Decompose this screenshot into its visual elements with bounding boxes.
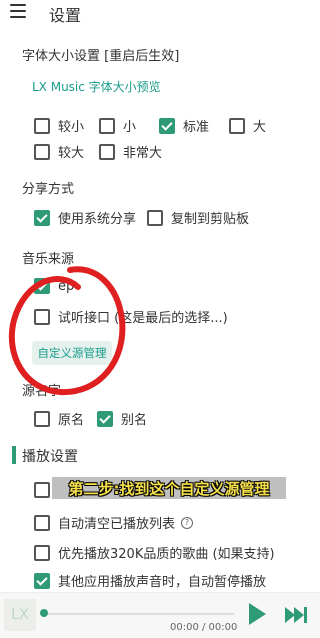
font-size-option-small[interactable]: 小 <box>99 116 136 135</box>
checkbox-checked[interactable] <box>34 278 50 294</box>
option-label: 自动清空已播放列表 <box>58 517 176 532</box>
font-size-option-smaller[interactable]: 较小 <box>34 116 84 135</box>
option-label: 较小 <box>58 120 85 135</box>
option-label: 其他应用播放声音时，自动暂停播放 <box>58 575 267 590</box>
checkbox[interactable] <box>34 544 50 561</box>
tutorial-caption: 第二步:找到这个自定义源管理 <box>52 477 286 499</box>
checkbox-checked[interactable] <box>97 410 113 427</box>
source-name-option-original[interactable]: 原名 <box>34 409 84 428</box>
player-bar: LX 00:00 / 00:00 <box>0 592 320 638</box>
playback-option-prefer-320k[interactable]: 优先播放320K品质的歌曲 (如果支持) <box>34 543 275 562</box>
checkbox-checked[interactable] <box>159 117 175 134</box>
font-size-title: 字体大小设置 [重启后生效] <box>22 49 180 64</box>
font-size-option-larger[interactable]: 较大 <box>34 142 84 161</box>
checkbox-checked[interactable] <box>34 572 50 589</box>
option-label: 使用系统分享 <box>58 212 137 227</box>
checkbox[interactable] <box>229 117 245 134</box>
checkbox[interactable] <box>99 117 115 134</box>
font-size-option-large[interactable]: 大 <box>229 116 266 135</box>
checkbox[interactable] <box>34 143 50 160</box>
album-cover-logo[interactable]: LX <box>4 599 36 631</box>
source-name-option-alias[interactable]: 别名 <box>97 409 147 428</box>
checkbox[interactable] <box>34 308 50 325</box>
font-size-preview: LX Music 字体大小预览 <box>32 80 161 94</box>
time-display: 00:00 / 00:00 <box>170 622 238 633</box>
playback-option-auto-clear[interactable]: 自动清空已播放列表? <box>34 513 194 532</box>
play-icon[interactable] <box>249 603 266 625</box>
playback-option-auto-pause[interactable]: 其他应用播放声音时，自动暂停播放 <box>34 571 266 590</box>
playback-title: 播放设置 <box>22 449 78 465</box>
progress-handle[interactable] <box>40 609 48 617</box>
custom-source-manage-button[interactable]: 自定义源管理 <box>32 341 112 365</box>
option-label: 复制到剪贴板 <box>171 212 250 227</box>
music-source-option-ep[interactable]: ep <box>34 278 74 294</box>
share-option-clipboard[interactable]: 复制到剪贴板 <box>147 208 249 227</box>
top-bar: 设置 <box>0 0 320 30</box>
share-option-system[interactable]: 使用系统分享 <box>34 208 136 227</box>
option-label: 别名 <box>121 413 148 428</box>
option-label: 大 <box>253 120 267 135</box>
checkbox[interactable] <box>34 514 50 531</box>
option-label: 标准 <box>183 120 210 135</box>
checkbox-checked[interactable] <box>34 209 50 226</box>
share-title: 分享方式 <box>22 182 75 197</box>
next-track-icon[interactable] <box>284 605 308 625</box>
font-size-option-standard[interactable]: 标准 <box>159 116 209 135</box>
option-label: ep <box>58 278 75 294</box>
info-icon[interactable]: ? <box>181 516 194 529</box>
checkbox[interactable] <box>34 410 50 427</box>
option-label: 较大 <box>58 146 85 161</box>
option-label: 小 <box>123 120 137 135</box>
menu-icon[interactable] <box>10 4 26 18</box>
progress-track[interactable] <box>44 613 234 615</box>
checkbox[interactable] <box>34 117 50 134</box>
option-label: 原名 <box>58 413 85 428</box>
source-name-title: 源名字 <box>22 384 62 399</box>
checkbox[interactable] <box>34 482 50 498</box>
music-source-title: 音乐来源 <box>22 252 75 267</box>
option-label: 试听接口 (这是最后的选择...) <box>58 311 228 326</box>
font-size-option-very-large[interactable]: 非常大 <box>99 142 162 161</box>
section-accent-bar <box>12 446 16 464</box>
page-title: 设置 <box>49 6 82 25</box>
checkbox[interactable] <box>99 143 115 160</box>
checkbox[interactable] <box>147 209 163 226</box>
option-label: 优先播放320K品质的歌曲 (如果支持) <box>58 547 275 562</box>
option-label: 非常大 <box>123 146 163 161</box>
music-source-option-trial[interactable]: 试听接口 (这是最后的选择...) <box>34 307 228 326</box>
